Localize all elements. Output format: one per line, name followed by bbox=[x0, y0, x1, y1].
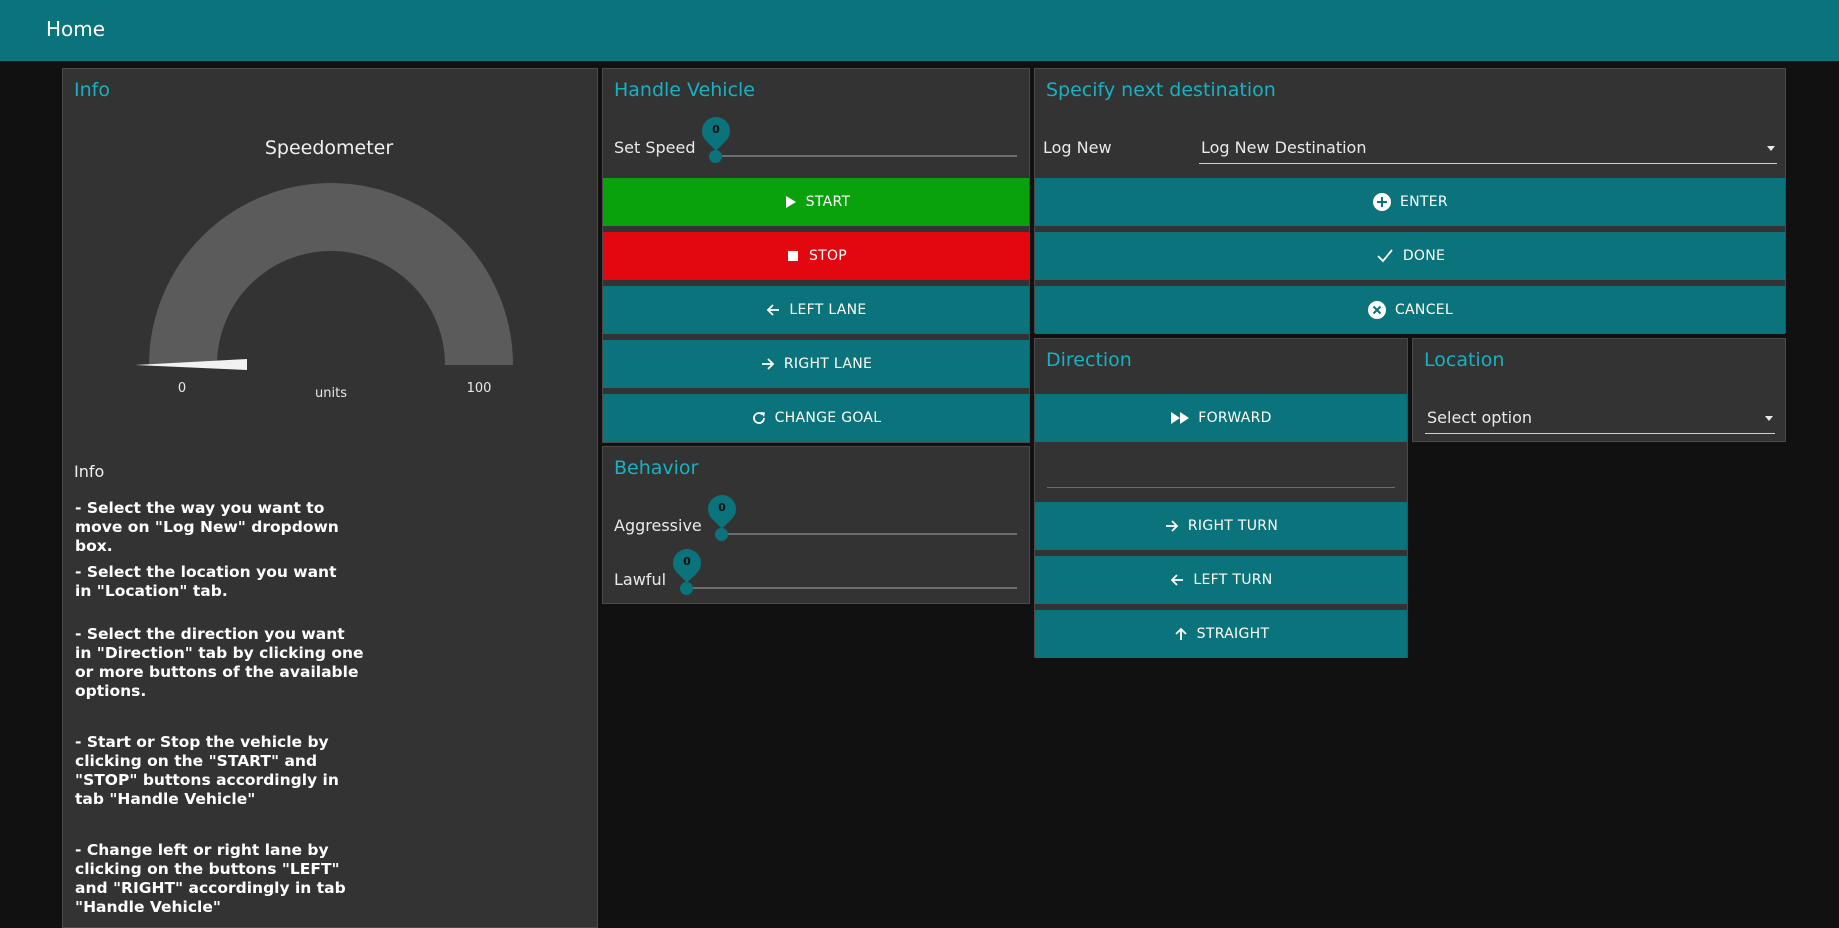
left-turn-button-label: LEFT TURN bbox=[1193, 572, 1273, 588]
right-turn-button[interactable]: RIGHT TURN bbox=[1035, 502, 1407, 550]
set-speed-thumb[interactable] bbox=[709, 150, 722, 163]
stop-button-label: STOP bbox=[808, 248, 848, 264]
location-panel: Location Select option bbox=[1412, 338, 1786, 442]
instruction-item: - Select the location you want in "Locat… bbox=[75, 563, 337, 600]
fast-forward-icon bbox=[1171, 412, 1190, 424]
direction-title: Direction bbox=[1046, 349, 1132, 371]
lawful-value: 0 bbox=[683, 555, 691, 568]
top-bar: Home bbox=[0, 0, 1839, 61]
info-heading: Info bbox=[74, 462, 105, 481]
direction-input[interactable] bbox=[1047, 441, 1395, 488]
location-title: Location bbox=[1424, 349, 1505, 371]
gauge-min-label: 0 bbox=[178, 381, 186, 396]
play-icon bbox=[785, 196, 796, 208]
set-speed-value: 0 bbox=[712, 123, 720, 136]
enter-button[interactable]: ENTER bbox=[1035, 178, 1785, 226]
chevron-down-icon bbox=[1767, 146, 1775, 151]
arrow-right-icon bbox=[761, 358, 775, 370]
destination-title: Specify next destination bbox=[1046, 79, 1276, 101]
right-turn-button-label: RIGHT TURN bbox=[1187, 518, 1279, 534]
set-speed-track[interactable] bbox=[715, 155, 1017, 157]
arrow-left-icon bbox=[767, 304, 780, 316]
info-panel: Info Speedometer 0 units 100 Info - Sele… bbox=[62, 68, 598, 928]
add-circle-icon bbox=[1373, 193, 1392, 211]
left-lane-button-label: LEFT LANE bbox=[789, 302, 867, 318]
arrow-right-icon bbox=[1165, 520, 1179, 532]
log-new-select[interactable]: Log New Destination bbox=[1199, 134, 1777, 164]
start-button[interactable]: START bbox=[603, 178, 1029, 226]
lawful-track[interactable] bbox=[687, 587, 1017, 589]
straight-button[interactable]: STRAIGHT bbox=[1035, 610, 1407, 658]
location-selected-value: Select option bbox=[1427, 408, 1533, 427]
gauge-arc bbox=[149, 183, 513, 365]
forward-button[interactable]: FORWARD bbox=[1035, 394, 1407, 442]
stop-icon bbox=[787, 251, 798, 261]
arrow-up-icon bbox=[1175, 627, 1187, 640]
gauge-units-label: units bbox=[315, 386, 347, 401]
forward-button-label: FORWARD bbox=[1198, 410, 1272, 426]
cancel-button-label: CANCEL bbox=[1394, 302, 1454, 318]
refresh-icon bbox=[752, 412, 765, 424]
speedometer-gauge: 0 units 100 bbox=[135, 183, 513, 401]
cancel-button[interactable]: CANCEL bbox=[1035, 286, 1785, 334]
arrow-left-icon bbox=[1171, 574, 1184, 586]
info-panel-title: Info bbox=[74, 79, 110, 101]
done-button-label: DONE bbox=[1402, 248, 1446, 264]
lawful-slider[interactable]: 0 bbox=[603, 501, 1029, 601]
log-new-label: Log New bbox=[1043, 138, 1112, 157]
left-lane-button[interactable]: LEFT LANE bbox=[603, 286, 1029, 334]
behavior-panel: Behavior Aggressive 0 Lawful 0 bbox=[602, 446, 1030, 604]
instruction-item: - Change left or right lane by clicking … bbox=[75, 841, 346, 916]
location-select[interactable]: Select option bbox=[1425, 404, 1775, 434]
instruction-item: - Select the way you want to move on "Lo… bbox=[75, 499, 339, 555]
stop-button[interactable]: STOP bbox=[603, 232, 1029, 280]
cancel-circle-icon bbox=[1367, 301, 1386, 319]
instruction-item: - Select the direction you want in "Dire… bbox=[75, 625, 364, 700]
left-turn-button[interactable]: LEFT TURN bbox=[1035, 556, 1407, 604]
lawful-thumb[interactable] bbox=[680, 582, 693, 595]
log-new-selected-value: Log New Destination bbox=[1201, 138, 1367, 157]
change-goal-button[interactable]: CHANGE GOAL bbox=[603, 394, 1029, 442]
speedometer-title: Speedometer bbox=[264, 137, 394, 159]
instruction-item: - Start or Stop the vehicle by clicking … bbox=[75, 733, 339, 808]
change-goal-button-label: CHANGE GOAL bbox=[774, 410, 882, 426]
page-title: Home bbox=[46, 17, 106, 41]
start-button-label: START bbox=[805, 194, 851, 210]
enter-button-label: ENTER bbox=[1400, 194, 1448, 210]
check-icon bbox=[1377, 249, 1393, 263]
right-lane-button-label: RIGHT LANE bbox=[783, 356, 873, 372]
done-button[interactable]: DONE bbox=[1035, 232, 1785, 280]
straight-button-label: STRAIGHT bbox=[1196, 626, 1270, 642]
right-lane-button[interactable]: RIGHT LANE bbox=[603, 340, 1029, 388]
set-speed-slider[interactable]: 0 bbox=[603, 69, 1029, 169]
gauge-max-label: 100 bbox=[467, 381, 492, 396]
chevron-down-icon bbox=[1765, 416, 1773, 421]
